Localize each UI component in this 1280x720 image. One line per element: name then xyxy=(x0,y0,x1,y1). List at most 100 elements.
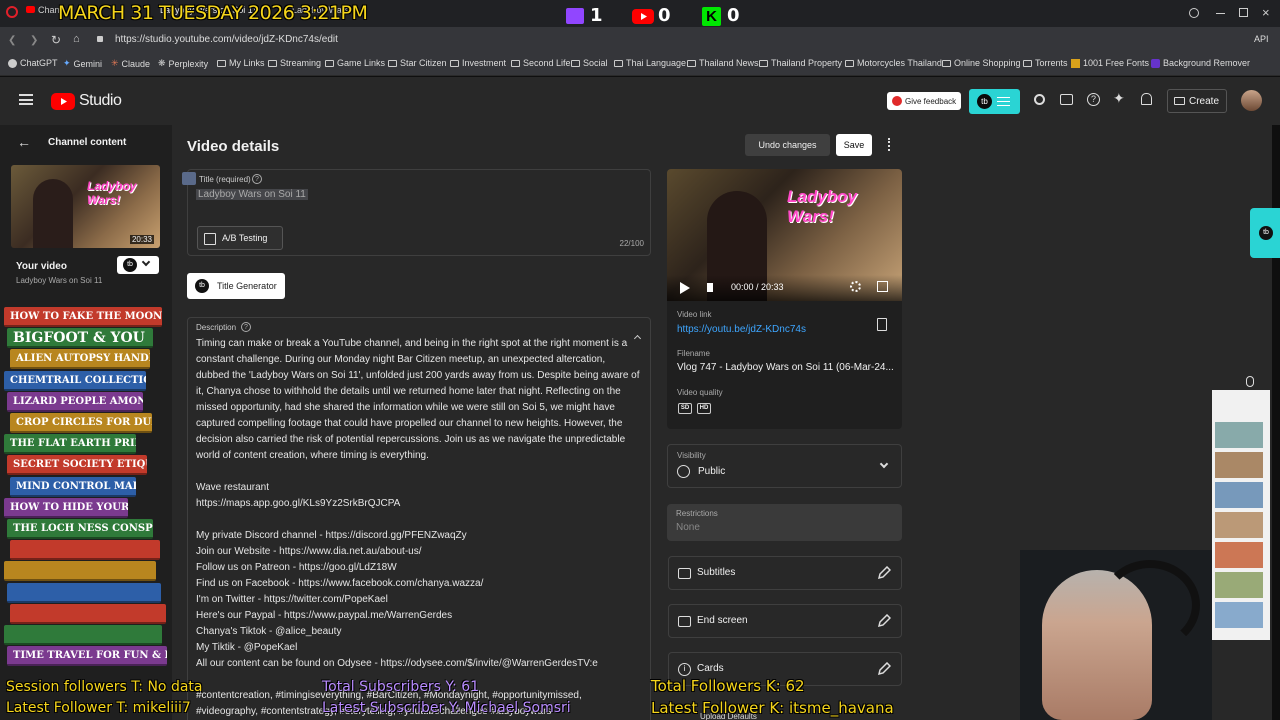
studio-logo[interactable]: Studio xyxy=(51,92,122,110)
tab-search-icon[interactable] xyxy=(1189,8,1199,18)
player-caption: Ladyboy Wars! xyxy=(787,187,857,226)
minimize-icon[interactable] xyxy=(1216,13,1225,14)
tubebuddy-icon: tb xyxy=(123,258,137,272)
copy-icon[interactable] xyxy=(877,318,887,331)
forward-nav-icon[interactable]: ❯ xyxy=(30,35,38,46)
create-camera-icon xyxy=(1174,97,1185,105)
related-thumb[interactable] xyxy=(1215,572,1263,598)
search-icon[interactable] xyxy=(1034,94,1045,105)
cards-label: Cards xyxy=(697,663,724,674)
reload-icon[interactable]: ↻ xyxy=(51,33,61,47)
bookmark-item[interactable]: Motorcycles Thailand xyxy=(845,58,942,68)
bookmark-item[interactable]: 1001 Free Fonts xyxy=(1071,58,1149,68)
ab-testing-button[interactable]: A/B Testing xyxy=(197,226,283,250)
avatar[interactable] xyxy=(1241,90,1262,111)
description-line: Here's our Paypal - https://www.paypal.m… xyxy=(196,610,453,621)
hamburger-menu-icon[interactable] xyxy=(19,94,33,105)
bookmark-item[interactable]: Thai Language xyxy=(614,58,686,68)
notifications-icon[interactable] xyxy=(1141,93,1152,105)
related-thumb[interactable] xyxy=(1215,452,1263,478)
opera-icon[interactable] xyxy=(6,6,18,18)
pencil-icon[interactable] xyxy=(877,614,891,628)
create-button[interactable]: Create xyxy=(1167,89,1227,113)
api-label[interactable]: API xyxy=(1254,34,1269,44)
volume-icon[interactable] xyxy=(707,283,713,292)
headset-icon xyxy=(1100,560,1200,650)
book-spine: BIGFOOT & YOU xyxy=(7,328,153,349)
url-field[interactable]: https://studio.youtube.com/video/jdZ-KDn… xyxy=(115,34,338,45)
bookmark-item[interactable]: Online Shopping xyxy=(942,58,1021,68)
save-button[interactable]: Save xyxy=(836,134,872,156)
related-thumb[interactable] xyxy=(1215,422,1263,448)
bookmark-item[interactable]: Thailand News xyxy=(687,58,759,68)
thumb-person xyxy=(33,179,73,248)
messages-icon[interactable] xyxy=(1060,94,1073,105)
thumb-caption: Ladyboy Wars! xyxy=(87,179,137,207)
close-icon[interactable]: × xyxy=(1262,5,1270,20)
bookmark-item[interactable]: Social xyxy=(571,58,608,68)
book-spine: HOW TO FAKE THE MOON LANDING xyxy=(4,307,162,327)
related-thumb[interactable] xyxy=(1215,512,1263,538)
maximize-icon[interactable] xyxy=(1239,8,1248,17)
bookmark-item[interactable]: Background Remover xyxy=(1151,58,1250,68)
video-link[interactable]: https://youtu.be/jdZ-KDnc74s xyxy=(677,324,806,335)
bookmark-item[interactable]: Streaming xyxy=(268,58,321,68)
play-icon[interactable] xyxy=(680,282,690,294)
bookmark-item[interactable]: Torrents xyxy=(1023,58,1068,68)
description-line: Wave restaurant xyxy=(196,482,269,493)
visibility-select[interactable]: Visibility Public xyxy=(667,444,902,488)
settings-icon[interactable] xyxy=(850,281,861,292)
book-spine: SECRET SOCIETY ETIQUETTE xyxy=(7,455,147,476)
bookmark-item[interactable]: Thailand Property xyxy=(759,58,842,68)
book-spine xyxy=(4,561,156,582)
related-thumb[interactable] xyxy=(1215,602,1263,628)
tubebuddy-menu-button[interactable]: tb xyxy=(969,89,1020,114)
description-line: dubbed the 'Ladyboy Wars on Soi 11', unf… xyxy=(196,370,640,381)
channel-content-label[interactable]: Channel content xyxy=(48,137,126,148)
bookmark-item[interactable]: Second Life xyxy=(511,58,571,68)
tubebuddy-dropdown[interactable]: tb xyxy=(117,256,159,274)
description-line: Timing can make or break a YouTube chann… xyxy=(196,338,628,349)
help-icon[interactable]: ? xyxy=(1087,93,1100,106)
thumb-duration: 20:33 xyxy=(129,235,154,244)
book-spine xyxy=(10,603,166,624)
give-feedback-button[interactable]: Give feedback xyxy=(887,92,961,110)
bookmark-item[interactable]: Investment xyxy=(450,58,506,68)
session-followers: Session followers T: No data xyxy=(6,679,203,695)
bookmark-item[interactable]: ChatGPT xyxy=(8,58,58,68)
back-arrow-icon[interactable]: ← xyxy=(17,134,31,150)
pencil-icon[interactable] xyxy=(877,662,891,676)
sd-badge: SD xyxy=(678,403,692,414)
bookmark-item[interactable]: Star Citizen xyxy=(388,58,447,68)
tubebuddy-side-tab[interactable]: tb xyxy=(1250,208,1280,258)
bookmark-item[interactable]: My Links xyxy=(217,58,265,68)
title-generator-button[interactable]: tb Title Generator xyxy=(187,273,285,299)
back-nav-icon[interactable]: ❮ xyxy=(8,35,16,46)
related-thumb[interactable] xyxy=(1215,482,1263,508)
bookmark-item[interactable]: ✳ Claude xyxy=(111,58,150,69)
related-thumb[interactable] xyxy=(1215,542,1263,568)
title-field[interactable]: Title (required) ? Ladyboy Wars on Soi 1… xyxy=(182,169,651,256)
subtitles-row[interactable]: Subtitles xyxy=(668,556,902,590)
restrictions-field: Restrictions None xyxy=(667,504,902,541)
microphone-icon[interactable] xyxy=(1246,376,1254,387)
end-screen-icon xyxy=(678,616,691,627)
video-player[interactable]: Ladyboy Wars! 00:00 / 20:33 xyxy=(667,169,902,301)
title-value[interactable]: Ladyboy Wars on Soi 11 xyxy=(196,189,308,200)
description-line: I'm on Twitter - https://twitter.com/Pop… xyxy=(196,594,388,605)
menu-lines-icon xyxy=(997,97,1010,106)
end-screen-row[interactable]: End screen xyxy=(668,604,902,638)
sparkle-icon[interactable]: ✦ xyxy=(1113,90,1125,107)
bookmark-item[interactable]: ❋ Perplexity xyxy=(158,58,208,69)
video-thumbnail[interactable]: Ladyboy Wars! 20:33 xyxy=(11,165,160,248)
more-vert-icon[interactable] xyxy=(888,138,890,151)
title-label: Title (required) xyxy=(199,175,251,184)
fullscreen-icon[interactable] xyxy=(877,281,888,292)
home-icon[interactable]: ⌂ xyxy=(73,33,80,45)
description-field[interactable]: Description ? Timing can make or break a… xyxy=(187,317,651,720)
bookmark-item[interactable]: ✦ Gemini xyxy=(63,58,102,69)
undo-changes-button[interactable]: Undo changes xyxy=(745,134,830,156)
pencil-icon[interactable] xyxy=(877,566,891,580)
bookmark-item[interactable]: Game Links xyxy=(325,58,385,68)
description-text[interactable]: Timing can make or break a YouTube chann… xyxy=(196,336,641,720)
